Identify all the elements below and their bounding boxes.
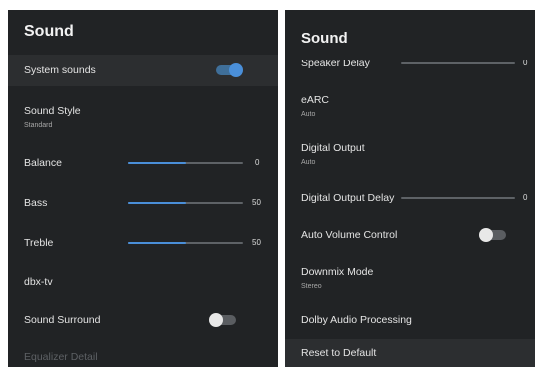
balance-value: 0 <box>255 158 260 167</box>
sound-settings-panel-right: Speaker Delay 0 Sound eARC Auto Digital … <box>285 10 535 367</box>
bass-value: 50 <box>252 198 261 207</box>
system-sounds-label: System sounds <box>24 64 96 76</box>
balance-label: Balance <box>24 157 62 169</box>
sound-surround-label: Sound Surround <box>24 314 101 326</box>
auto-volume-control-label: Auto Volume Control <box>301 229 398 241</box>
treble-row[interactable]: Treble 50 <box>8 233 278 253</box>
downmix-mode-row[interactable]: Downmix Mode Stereo <box>285 261 535 297</box>
digital-output-row[interactable]: Digital Output Auto <box>285 137 535 173</box>
reset-to-default-label: Reset to Default <box>301 347 377 359</box>
toggle-knob <box>229 63 243 77</box>
system-sounds-toggle[interactable] <box>216 63 243 77</box>
treble-label: Treble <box>24 237 54 249</box>
digital-output-delay-label: Digital Output Delay <box>301 192 395 204</box>
balance-row[interactable]: Balance 0 <box>8 153 278 173</box>
earc-label: eARC <box>301 94 330 106</box>
header-bar: Sound <box>285 10 535 60</box>
bass-label: Bass <box>24 197 48 209</box>
bass-slider[interactable] <box>128 202 243 204</box>
equalizer-detail-row: Equalizer Detail <box>8 347 278 367</box>
sound-settings-panel-left: Sound System sounds Sound Style Standard… <box>8 10 278 367</box>
balance-slider[interactable] <box>128 162 243 164</box>
digital-output-label: Digital Output <box>301 142 365 154</box>
treble-slider[interactable] <box>128 242 243 244</box>
toggle-knob <box>209 313 223 327</box>
reset-to-default-row[interactable]: Reset to Default <box>285 339 535 367</box>
auto-volume-control-toggle[interactable] <box>479 228 506 242</box>
equalizer-detail-label: Equalizer Detail <box>24 351 98 363</box>
dolby-audio-processing-row[interactable]: Dolby Audio Processing <box>285 310 535 330</box>
digital-output-delay-row[interactable]: Digital Output Delay 0 <box>285 187 535 207</box>
treble-value: 50 <box>252 238 261 247</box>
auto-volume-control-row[interactable]: Auto Volume Control <box>285 224 535 244</box>
earc-value: Auto <box>301 111 316 118</box>
downmix-mode-value: Stereo <box>301 283 322 290</box>
sound-style-row[interactable]: Sound Style Standard <box>8 98 278 134</box>
sound-style-value: Standard <box>24 122 53 129</box>
downmix-mode-label: Downmix Mode <box>301 266 374 278</box>
slider-fill <box>128 202 186 204</box>
dbx-tv-label: dbx-tv <box>24 276 53 288</box>
digital-output-value: Auto <box>301 159 316 166</box>
system-sounds-row[interactable]: System sounds <box>8 55 278 86</box>
panel-title: Sound <box>301 30 348 47</box>
sound-surround-row[interactable]: Sound Surround <box>8 310 278 330</box>
slider-fill <box>128 162 186 164</box>
digital-output-delay-value: 0 <box>523 193 528 202</box>
digital-output-delay-slider[interactable] <box>401 197 515 199</box>
bass-row[interactable]: Bass 50 <box>8 193 278 213</box>
slider-fill <box>128 242 186 244</box>
earc-row[interactable]: eARC Auto <box>285 89 535 125</box>
dolby-audio-processing-label: Dolby Audio Processing <box>301 314 412 326</box>
panel-title: Sound <box>24 23 74 40</box>
sound-surround-toggle[interactable] <box>209 313 236 327</box>
toggle-knob <box>479 228 493 242</box>
speaker-delay-slider[interactable] <box>401 62 515 64</box>
sound-style-label: Sound Style <box>24 105 81 117</box>
dbx-tv-row[interactable]: dbx-tv <box>8 272 278 292</box>
